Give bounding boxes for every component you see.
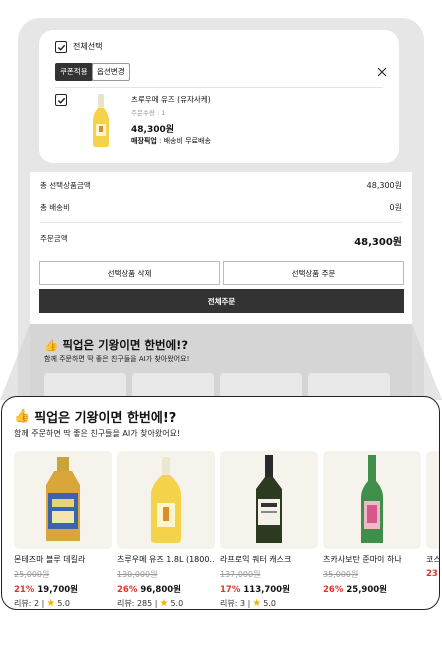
item-checkbox[interactable] <box>55 94 67 106</box>
check-icon <box>57 44 65 51</box>
product-original-price: 130,000원 <box>117 570 158 579</box>
star-icon: ★ <box>46 598 56 609</box>
cart-item-name[interactable]: 츠루우메 유즈 (유자사케) <box>131 94 211 105</box>
product-review-row: 리뷰: 285 | ★ 5.0 <box>117 598 215 609</box>
rating: 5.0 <box>263 599 276 608</box>
product-review-row: 리뷰: 2 | ★ 5.0 <box>14 598 112 609</box>
order-total-row: 주문금액 48,300원 <box>40 233 402 248</box>
product-name: 츠루우메 유즈 1.8L (1800... <box>117 555 215 564</box>
divider <box>40 222 402 223</box>
sale-price: 96,800원 <box>140 585 181 595</box>
order-total-label: 주문금액 <box>40 234 68 243</box>
product-total-label: 총 선택상품금액 <box>40 181 91 190</box>
option-change-button[interactable]: 옵션변경 <box>92 63 130 81</box>
order-selected-button[interactable]: 선택상품 주문 <box>223 261 404 285</box>
product-image <box>14 451 112 549</box>
product-card[interactable]: 몬테즈마 블루 데킬라 25,000원 21% 19,700원 리뷰: 2 | ★ 5… <box>14 451 112 609</box>
product-price-row: 26% 25,900원 <box>323 583 421 595</box>
cart-item-qty: 주문수량 : 1 <box>131 109 166 117</box>
order-summary: 총 선택상품금액 48,300원 총 배송비 0원 주문금액 48,300원 선… <box>30 172 412 324</box>
delete-selected-button[interactable]: 선택상품 삭제 <box>39 261 220 285</box>
select-all-checkbox[interactable] <box>55 41 67 53</box>
product-original-price: 35,000원 <box>323 570 359 579</box>
shipping-method: 매장픽업 <box>131 137 157 145</box>
divider <box>55 87 383 88</box>
product-price-row: 17% 113,700원 <box>220 583 318 595</box>
order-total-value: 48,300원 <box>354 237 402 248</box>
product-original-price: 137,000원 <box>220 570 261 579</box>
whisky-bottle-icon <box>256 455 282 543</box>
recommend-title-text: 픽업은 기왕이면 한번에!? <box>62 338 189 352</box>
shipping-fee: : 배송비 무료배송 <box>156 137 211 145</box>
rating: 5.0 <box>170 599 184 608</box>
star-icon: ★ <box>159 598 169 609</box>
product-image <box>426 451 439 549</box>
yuzu-bottle-icon <box>151 457 181 543</box>
cart-card: 전체선택 쿠폰적용 옵션변경 츠루우메 유즈 (유자사케) 주문수량 : 1 4… <box>39 30 399 163</box>
cart-item-price: 48,300원 <box>131 125 175 135</box>
sale-price: 19,700원 <box>37 585 78 595</box>
product-card[interactable]: 츠루우메 유즈 1.8L (1800... 130,000원 26% 96,800… <box>117 451 215 609</box>
shipping-total-row: 총 배송비 0원 <box>40 202 402 213</box>
screenshot-stage: 전체선택 쿠폰적용 옵션변경 츠루우메 유즈 (유자사케) 주문수량 : 1 4… <box>0 0 442 657</box>
sale-price: 113,700원 <box>243 585 290 595</box>
review-count: 리뷰: 285 | <box>117 599 158 608</box>
shipping-total-label: 총 배송비 <box>40 203 70 212</box>
sake-bottle-icon <box>361 455 383 543</box>
product-original-price: 25,000원 <box>14 570 50 579</box>
review-count: 리뷰: 3 | <box>220 599 251 608</box>
discount-rate: 21% <box>14 585 35 595</box>
product-price-row: 26% 96,800원 <box>117 583 215 595</box>
discount-rate: 26% <box>117 585 138 595</box>
product-total-value: 48,300원 <box>366 181 402 190</box>
yuzu-bottle-image <box>93 94 109 147</box>
product-image <box>220 451 318 549</box>
recommend-title: 👍 픽업은 기왕이면 한번에!? <box>14 407 176 426</box>
recommend-subtitle-background: 함께 주문하면 딱 좋은 친구들을 AI가 찾아왔어요! <box>44 355 190 363</box>
product-name: 몬테즈마 블루 데킬라 <box>14 555 86 564</box>
product-name: 코스 <box>426 555 440 564</box>
thumbs-up-icon: 👍 <box>44 338 59 352</box>
product-image <box>117 451 215 549</box>
product-review-row: 리뷰: 3 | ★ 5.0 <box>220 598 318 609</box>
review-count: 리뷰: 2 | <box>14 599 45 608</box>
rating: 5.0 <box>57 599 70 608</box>
coupon-apply-button[interactable]: 쿠폰적용 <box>55 63 93 81</box>
sale-price: 25,900원 <box>346 585 387 595</box>
product-card[interactable]: 츠카사보탄 준마이 하나 35,000원 26% 25,900원 <box>323 451 421 595</box>
cart-item-shipping: 매장픽업 : 배송비 무료배송 <box>131 136 211 146</box>
select-all-label: 전체선택 <box>73 42 103 51</box>
product-name: 라프로익 쿼터 캐스크 <box>220 555 292 564</box>
discount-rate: 23 <box>426 569 438 579</box>
product-image <box>323 451 421 549</box>
star-icon: ★ <box>252 598 262 609</box>
thumbs-up-icon: 👍 <box>14 409 31 424</box>
shipping-total-value: 0원 <box>389 203 402 212</box>
check-icon <box>57 97 65 104</box>
recommend-title-text: 픽업은 기왕이면 한번에!? <box>34 411 177 426</box>
product-card-partial[interactable]: 코스 23 <box>426 451 440 579</box>
product-card[interactable]: 라프로익 쿼터 캐스크 137,000원 17% 113,700원 리뷰: 3 |… <box>220 451 318 609</box>
close-icon[interactable] <box>377 67 387 77</box>
product-name: 츠카사보탄 준마이 하나 <box>323 555 402 564</box>
discount-rate: 17% <box>220 585 241 595</box>
product-price-row: 23 <box>426 569 439 579</box>
discount-rate: 26% <box>323 585 344 595</box>
tequila-bottle-icon <box>46 457 80 541</box>
product-price-row: 21% 19,700원 <box>14 583 112 595</box>
product-total-row: 총 선택상품금액 48,300원 <box>40 180 402 191</box>
recommend-title-background: 👍 픽업은 기왕이면 한번에!? <box>44 337 188 353</box>
recommend-subtitle: 함께 주문하면 딱 좋은 친구들을 AI가 찾아왔어요! <box>14 429 181 438</box>
recommend-popup: 👍 픽업은 기왕이면 한번에!? 함께 주문하면 딱 좋은 친구들을 AI가 찾… <box>1 396 440 610</box>
